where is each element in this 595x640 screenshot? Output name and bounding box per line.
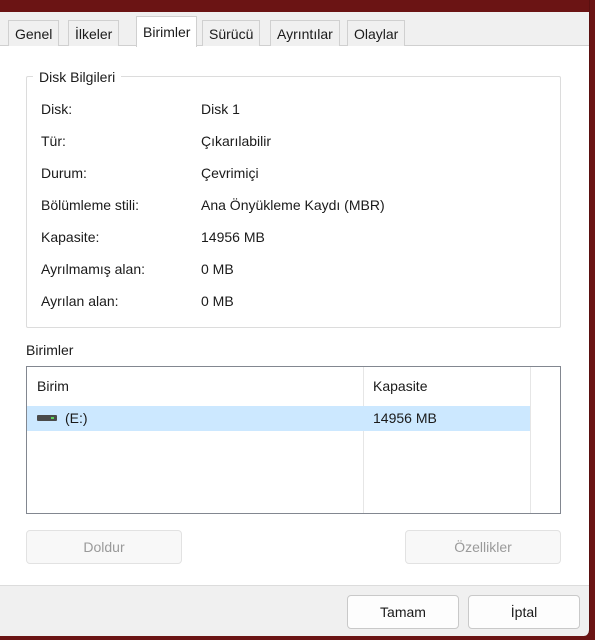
window-frame bbox=[0, 0, 589, 12]
disk-label: Disk: bbox=[41, 101, 73, 117]
type-label: Tür: bbox=[41, 133, 66, 149]
column-header-volume[interactable]: Birim bbox=[37, 377, 69, 395]
volume-row-e[interactable]: (E:) 14956 MB bbox=[27, 406, 530, 431]
reserved-value: 0 MB bbox=[201, 293, 234, 309]
column-divider[interactable] bbox=[363, 367, 364, 513]
ok-button[interactable]: Tamam bbox=[347, 595, 459, 629]
populate-button[interactable]: Doldur bbox=[26, 530, 182, 564]
volumes-tab-panel: Disk Bilgileri Disk: Disk 1 Tür: Çıkarıl… bbox=[0, 46, 589, 586]
properties-button[interactable]: Özellikler bbox=[405, 530, 561, 564]
column-divider[interactable] bbox=[530, 367, 531, 513]
reserved-label: Ayrılan alan: bbox=[41, 293, 119, 309]
disk-value: Disk 1 bbox=[201, 101, 240, 117]
tab-policies[interactable]: İlkeler bbox=[68, 20, 120, 46]
unallocated-label: Ayrılmamış alan: bbox=[41, 261, 145, 277]
capacity-value: 14956 MB bbox=[201, 229, 265, 245]
tab-volumes[interactable]: Birimler bbox=[136, 16, 198, 47]
tab-driver[interactable]: Sürücü bbox=[202, 20, 261, 46]
unallocated-value: 0 MB bbox=[201, 261, 234, 277]
tab-events[interactable]: Olaylar bbox=[347, 20, 406, 46]
partition-style-label: Bölümleme stili: bbox=[41, 197, 140, 213]
tab-strip: Genel İlkeler Birimler Sürücü Ayrıntılar… bbox=[0, 12, 589, 47]
cancel-button[interactable]: İptal bbox=[468, 595, 580, 629]
tab-details[interactable]: Ayrıntılar bbox=[270, 20, 340, 46]
type-value: Çıkarılabilir bbox=[201, 133, 272, 149]
device-properties-window: Genel İlkeler Birimler Sürücü Ayrıntılar… bbox=[0, 0, 590, 636]
volumes-list[interactable]: Birim Kapasite (E:) 14956 MB bbox=[26, 366, 561, 514]
disk-info-group: Disk Bilgileri Disk: Disk 1 Tür: Çıkarıl… bbox=[26, 68, 561, 328]
status-value: Çevrimiçi bbox=[201, 165, 259, 181]
volume-name: (E:) bbox=[65, 410, 88, 426]
column-header-capacity[interactable]: Kapasite bbox=[373, 377, 427, 395]
disk-info-title: Disk Bilgileri bbox=[33, 68, 122, 86]
drive-icon bbox=[37, 415, 57, 421]
volume-capacity: 14956 MB bbox=[373, 410, 437, 426]
tab-general[interactable]: Genel bbox=[8, 20, 60, 46]
partition-style-value: Ana Önyükleme Kaydı (MBR) bbox=[201, 197, 385, 213]
capacity-label: Kapasite: bbox=[41, 229, 100, 245]
volumes-section-label: Birimler bbox=[26, 342, 74, 358]
volumes-list-header: Birim Kapasite bbox=[27, 367, 560, 405]
status-label: Durum: bbox=[41, 165, 87, 181]
